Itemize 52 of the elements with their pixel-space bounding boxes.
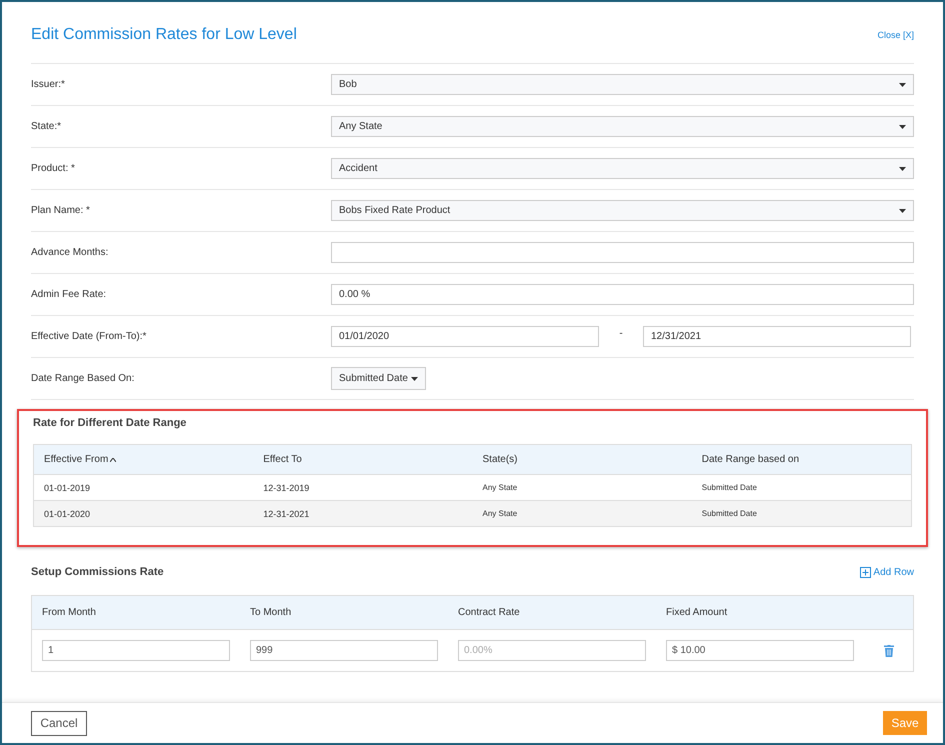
field-label: State:*: [31, 121, 62, 132]
select-field[interactable]: Any State: [331, 116, 914, 137]
column-header: Contract Rate: [458, 607, 521, 618]
date-field[interactable]: 01/01/2020: [331, 326, 599, 347]
section-title: Setup Commissions Rate: [31, 566, 164, 578]
column-header: Fixed Amount: [666, 607, 728, 618]
field-label: Issuer:*: [31, 79, 66, 90]
cancel-button[interactable]: Cancel: [31, 710, 87, 736]
table-cell-text: Any State: [482, 509, 518, 518]
field-label: Product: *: [31, 163, 76, 174]
table-cell-text: Submitted Date: [700, 483, 758, 492]
column-header: From Month: [42, 607, 97, 618]
dialog-title: Edit Commission Rates for Low Level: [31, 26, 297, 44]
add-icon: [860, 566, 872, 578]
input-field[interactable]: 0.00 %: [331, 284, 914, 305]
column-header[interactable]: Date Range based on: [692, 454, 911, 465]
caret-icon: [899, 82, 906, 86]
trash-icon[interactable]: [884, 644, 894, 656]
column-header[interactable]: Effect To: [253, 454, 472, 465]
dropdown-button[interactable]: Submitted Date: [331, 367, 426, 390]
select-field[interactable]: Bobs Fixed Rate Product: [331, 200, 914, 221]
close-link[interactable]: Close [X]: [877, 30, 914, 40]
range-separator: -: [618, 328, 624, 339]
caret-icon: [899, 208, 906, 212]
table-cell-text: 01-01-2019: [43, 482, 92, 492]
table-cell-text: Any State: [482, 483, 518, 492]
input-field[interactable]: 0.00%: [458, 640, 646, 661]
input-field[interactable]: [331, 242, 914, 263]
field-label: Advance Months:: [31, 247, 110, 258]
field-label: Date Range Based On:: [31, 373, 136, 384]
field-label: Admin Fee Rate:: [31, 289, 108, 300]
field-label: Effective Date (From-To):*: [31, 331, 148, 342]
column-header[interactable]: State(s): [472, 454, 692, 465]
input-field[interactable]: $ 10.00: [666, 640, 854, 661]
caret-icon: [899, 166, 906, 170]
section-title: Rate for Different Date Range: [33, 417, 188, 429]
field-label: Plan Name: *: [31, 205, 91, 216]
date-field[interactable]: 12/31/2021: [643, 326, 911, 347]
table-cell-text: 01-01-2020: [43, 508, 92, 518]
table-cell-text: Submitted Date: [700, 509, 758, 518]
select-field[interactable]: Accident: [331, 158, 914, 179]
caret-icon: [410, 376, 418, 380]
select-field[interactable]: Bob: [331, 74, 914, 95]
table-cell-text: 12-31-2021: [262, 508, 310, 518]
input-field[interactable]: 1: [42, 640, 230, 661]
table-cell-text: 12-31-2019: [262, 482, 310, 492]
caret-icon: [899, 124, 906, 128]
sort-up-icon: [110, 458, 116, 462]
column-header[interactable]: Effective From: [34, 454, 254, 465]
input-field[interactable]: 999: [250, 640, 438, 661]
column-header: To Month: [250, 607, 292, 618]
add-row-link[interactable]: Add Row: [860, 566, 914, 578]
